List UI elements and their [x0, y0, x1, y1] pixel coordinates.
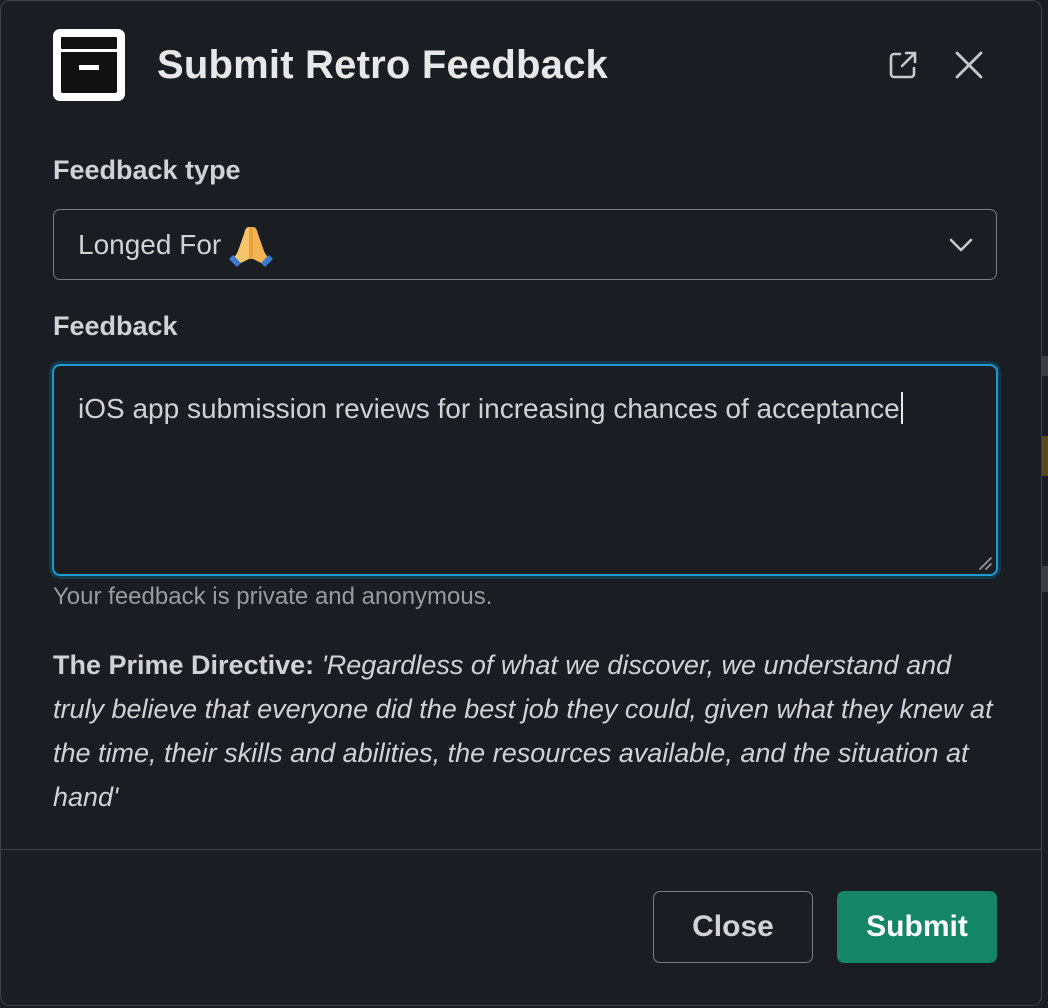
privacy-hint: Your feedback is private and anonymous.: [53, 583, 493, 610]
close-icon: [955, 51, 983, 79]
feedback-type-label: Feedback type: [53, 155, 241, 185]
feedback-type-value: Longed For: [78, 228, 222, 260]
feedback-label: Feedback: [53, 311, 178, 341]
folded-hands-emoji: [227, 223, 275, 267]
open-in-new-window-button[interactable]: [883, 45, 923, 85]
background-peek: [1042, 436, 1048, 476]
chevron-down-icon: [949, 238, 973, 252]
background-peek: [1042, 356, 1048, 376]
feedback-textarea-focus-ring: iOS app submission reviews for increasin…: [49, 361, 1001, 579]
prime-directive: The Prime Directive: 'Regardless of what…: [53, 643, 993, 819]
footer-divider: [1, 849, 1041, 850]
background-peek: [1042, 566, 1048, 592]
prime-directive-heading: The Prime Directive:: [53, 650, 315, 680]
text-caret: [900, 392, 903, 424]
archive-box-icon: [53, 29, 125, 101]
open-in-new-window-icon: [889, 51, 917, 79]
feedback-textarea[interactable]: iOS app submission reviews for increasin…: [52, 364, 998, 576]
feedback-text: iOS app submission reviews for increasin…: [78, 393, 900, 424]
submit-button[interactable]: Submit: [837, 891, 997, 963]
modal-title: Submit Retro Feedback: [157, 42, 608, 87]
feedback-modal: Submit Retro Feedback Feedback type Long…: [0, 0, 1042, 1006]
resize-grip-icon[interactable]: [978, 556, 992, 570]
close-button[interactable]: Close: [653, 891, 813, 963]
feedback-type-select[interactable]: Longed For: [53, 209, 997, 280]
close-modal-button[interactable]: [949, 45, 989, 85]
modal-header: Submit Retro Feedback: [53, 29, 989, 101]
